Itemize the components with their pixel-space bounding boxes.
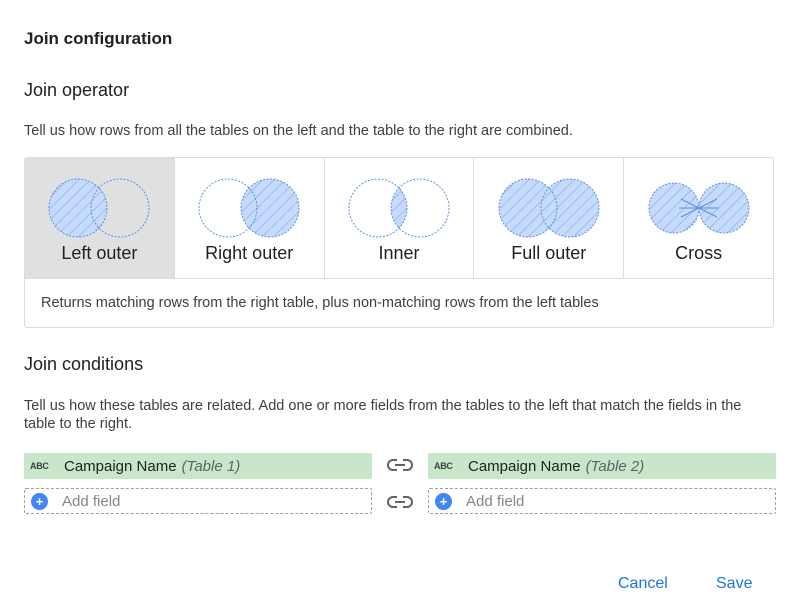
right-outer-join-icon xyxy=(198,178,300,238)
text-type-icon: ABC xyxy=(434,461,453,471)
join-option-label: Inner xyxy=(378,243,420,263)
right-join-field[interactable]: ABC Campaign Name (Table 2) xyxy=(428,453,776,479)
left-join-field[interactable]: ABC Campaign Name (Table 1) xyxy=(24,453,372,479)
join-operator-description: Tell us how rows from all the tables on … xyxy=(24,123,573,139)
inner-join-icon xyxy=(348,178,450,238)
dialog-title: Join configuration xyxy=(24,29,173,48)
join-operator-selected-description: Returns matching rows from the right tab… xyxy=(41,295,599,311)
join-option-label: Cross xyxy=(675,243,723,263)
join-operator-selector: Left outer Right outer Inner Full outer … xyxy=(24,157,774,328)
add-icon: + xyxy=(435,492,452,510)
field-table: (Table 1) xyxy=(181,457,241,475)
add-field-label: Add field xyxy=(466,492,525,510)
field-table: (Table 2) xyxy=(585,457,645,475)
join-conditions-description: Tell us how these tables are related. Ad… xyxy=(24,398,742,432)
field-name: Campaign Name xyxy=(468,457,581,475)
join-option-label: Right outer xyxy=(205,243,294,263)
text-type-icon: ABC xyxy=(30,461,49,471)
join-option-label: Left outer xyxy=(61,243,138,263)
join-option-inner[interactable]: Inner xyxy=(325,158,475,278)
join-option-left-outer[interactable]: Left outer xyxy=(25,158,175,278)
link-icon xyxy=(387,459,413,471)
cross-join-icon xyxy=(648,182,750,234)
left-outer-join-icon xyxy=(48,178,150,238)
left-add-field-button[interactable]: + Add field xyxy=(24,488,372,514)
field-name: Campaign Name xyxy=(64,457,177,475)
join-option-right-outer[interactable]: Right outer xyxy=(175,158,325,278)
save-button[interactable]: Save xyxy=(716,575,752,593)
join-option-label: Full outer xyxy=(511,243,587,263)
join-conditions-heading: Join conditions xyxy=(24,354,144,374)
link-icon xyxy=(387,496,413,508)
add-icon: + xyxy=(31,492,48,510)
cancel-button[interactable]: Cancel xyxy=(618,575,668,593)
full-outer-join-icon xyxy=(498,178,600,238)
join-option-full-outer[interactable]: Full outer xyxy=(474,158,625,278)
join-operator-heading: Join operator xyxy=(24,80,130,100)
right-add-field-button[interactable]: + Add field xyxy=(428,488,776,514)
join-option-cross[interactable]: Cross xyxy=(624,158,773,278)
add-field-label: Add field xyxy=(62,492,121,510)
